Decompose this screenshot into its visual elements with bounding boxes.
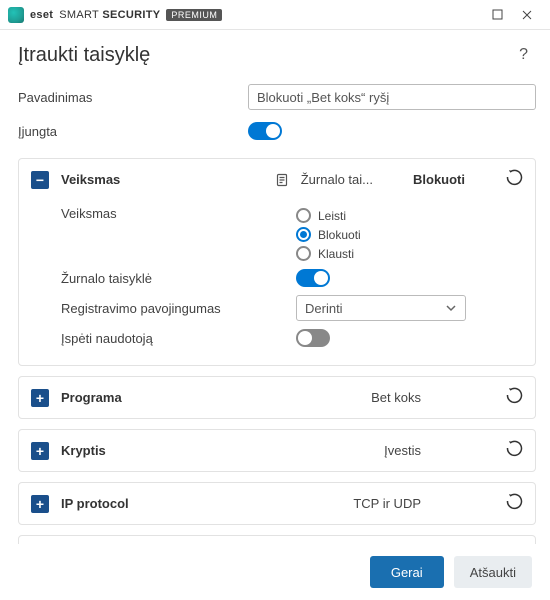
panel-program-head[interactable]: + Programa Bet koks bbox=[19, 377, 535, 418]
panel-protocol-value: TCP ir UDP bbox=[353, 496, 421, 511]
cancel-button[interactable]: Atšaukti bbox=[454, 556, 532, 588]
revert-action-button[interactable] bbox=[505, 169, 523, 190]
radio-ask[interactable]: Klausti bbox=[296, 246, 361, 261]
radio-circle-icon bbox=[296, 208, 311, 223]
panel-protocol-title: IP protocol bbox=[61, 496, 129, 511]
brand: eset SMART SECURITY PREMIUM bbox=[8, 7, 482, 23]
radio-ask-label: Klausti bbox=[318, 247, 354, 261]
panel-direction-value: Įvestis bbox=[384, 443, 421, 458]
close-button[interactable] bbox=[512, 0, 542, 30]
revert-direction-button[interactable] bbox=[505, 440, 523, 461]
severity-label: Registravimo pavojingumas bbox=[61, 301, 296, 316]
name-row: Pavadinimas bbox=[18, 80, 536, 114]
panel-direction: + Kryptis Įvestis bbox=[18, 429, 536, 472]
notify-row: Įspėti naudotoją bbox=[61, 323, 523, 353]
panel-program-value: Bet koks bbox=[371, 390, 421, 405]
radio-circle-icon bbox=[296, 246, 311, 261]
clipboard-icon bbox=[275, 173, 289, 187]
radio-allow[interactable]: Leisti bbox=[296, 208, 361, 223]
page-header: Įtraukti taisyklę ? bbox=[0, 30, 550, 72]
panel-direction-head[interactable]: + Kryptis Įvestis bbox=[19, 430, 535, 471]
maximize-button[interactable] bbox=[482, 0, 512, 30]
expand-icon[interactable]: + bbox=[31, 495, 49, 513]
radio-circle-selected-icon bbox=[296, 227, 311, 242]
severity-value: Derinti bbox=[305, 301, 343, 316]
enabled-row: Įjungta bbox=[18, 114, 536, 148]
panel-action: − Veiksmas Žurnalo tai... Blokuoti Veiks… bbox=[18, 158, 536, 366]
panel-action-summary: Blokuoti bbox=[413, 172, 465, 187]
panel-program: + Programa Bet koks bbox=[18, 376, 536, 419]
revert-program-button[interactable] bbox=[505, 387, 523, 408]
enabled-toggle[interactable] bbox=[248, 122, 282, 140]
notify-toggle[interactable] bbox=[296, 329, 330, 347]
radio-allow-label: Leisti bbox=[318, 209, 346, 223]
panel-action-body: Veiksmas Leisti Blokuoti Klausti bbox=[19, 200, 535, 365]
panel-action-log-summary: Žurnalo tai... bbox=[301, 172, 373, 187]
panel-direction-title: Kryptis bbox=[61, 443, 106, 458]
radio-block[interactable]: Blokuoti bbox=[296, 227, 361, 242]
brand-smart: SMART bbox=[59, 9, 99, 21]
action-radio-group: Leisti Blokuoti Klausti bbox=[296, 206, 361, 263]
ok-button[interactable]: Gerai bbox=[370, 556, 444, 588]
name-label: Pavadinimas bbox=[18, 90, 248, 105]
maximize-icon bbox=[492, 9, 503, 20]
page-title: Įtraukti taisyklę bbox=[18, 44, 515, 67]
name-input[interactable] bbox=[248, 84, 536, 110]
close-icon bbox=[521, 9, 533, 21]
brand-eset: eset bbox=[30, 9, 53, 21]
severity-select[interactable]: Derinti bbox=[296, 295, 466, 321]
notify-label: Įspėti naudotoją bbox=[61, 331, 296, 346]
brand-security: SECURITY bbox=[102, 9, 160, 21]
action-label: Veiksmas bbox=[61, 206, 296, 221]
help-icon[interactable]: ? bbox=[515, 42, 532, 68]
journal-row: Žurnalo taisyklė bbox=[61, 263, 523, 293]
eset-logo bbox=[8, 7, 24, 23]
enabled-label: Įjungta bbox=[18, 124, 248, 139]
footer: Gerai Atšaukti bbox=[0, 544, 550, 600]
journal-toggle[interactable] bbox=[296, 269, 330, 287]
revert-protocol-button[interactable] bbox=[505, 493, 523, 514]
content-scroll-area[interactable]: Pavadinimas Įjungta − Veiksmas Žurnalo t… bbox=[0, 72, 550, 562]
severity-row: Registravimo pavojingumas Derinti bbox=[61, 293, 523, 323]
radio-block-label: Blokuoti bbox=[318, 228, 361, 242]
journal-label: Žurnalo taisyklė bbox=[61, 271, 296, 286]
chevron-down-icon bbox=[445, 302, 457, 314]
collapse-icon[interactable]: − bbox=[31, 171, 49, 189]
panel-action-head[interactable]: − Veiksmas Žurnalo tai... Blokuoti bbox=[19, 159, 535, 200]
panel-action-title: Veiksmas bbox=[61, 172, 120, 187]
panel-program-title: Programa bbox=[61, 390, 122, 405]
brand-premium: PREMIUM bbox=[166, 9, 222, 21]
panel-protocol-head[interactable]: + IP protocol TCP ir UDP bbox=[19, 483, 535, 524]
panel-protocol: + IP protocol TCP ir UDP bbox=[18, 482, 536, 525]
expand-icon[interactable]: + bbox=[31, 389, 49, 407]
expand-icon[interactable]: + bbox=[31, 442, 49, 460]
titlebar: eset SMART SECURITY PREMIUM bbox=[0, 0, 550, 30]
